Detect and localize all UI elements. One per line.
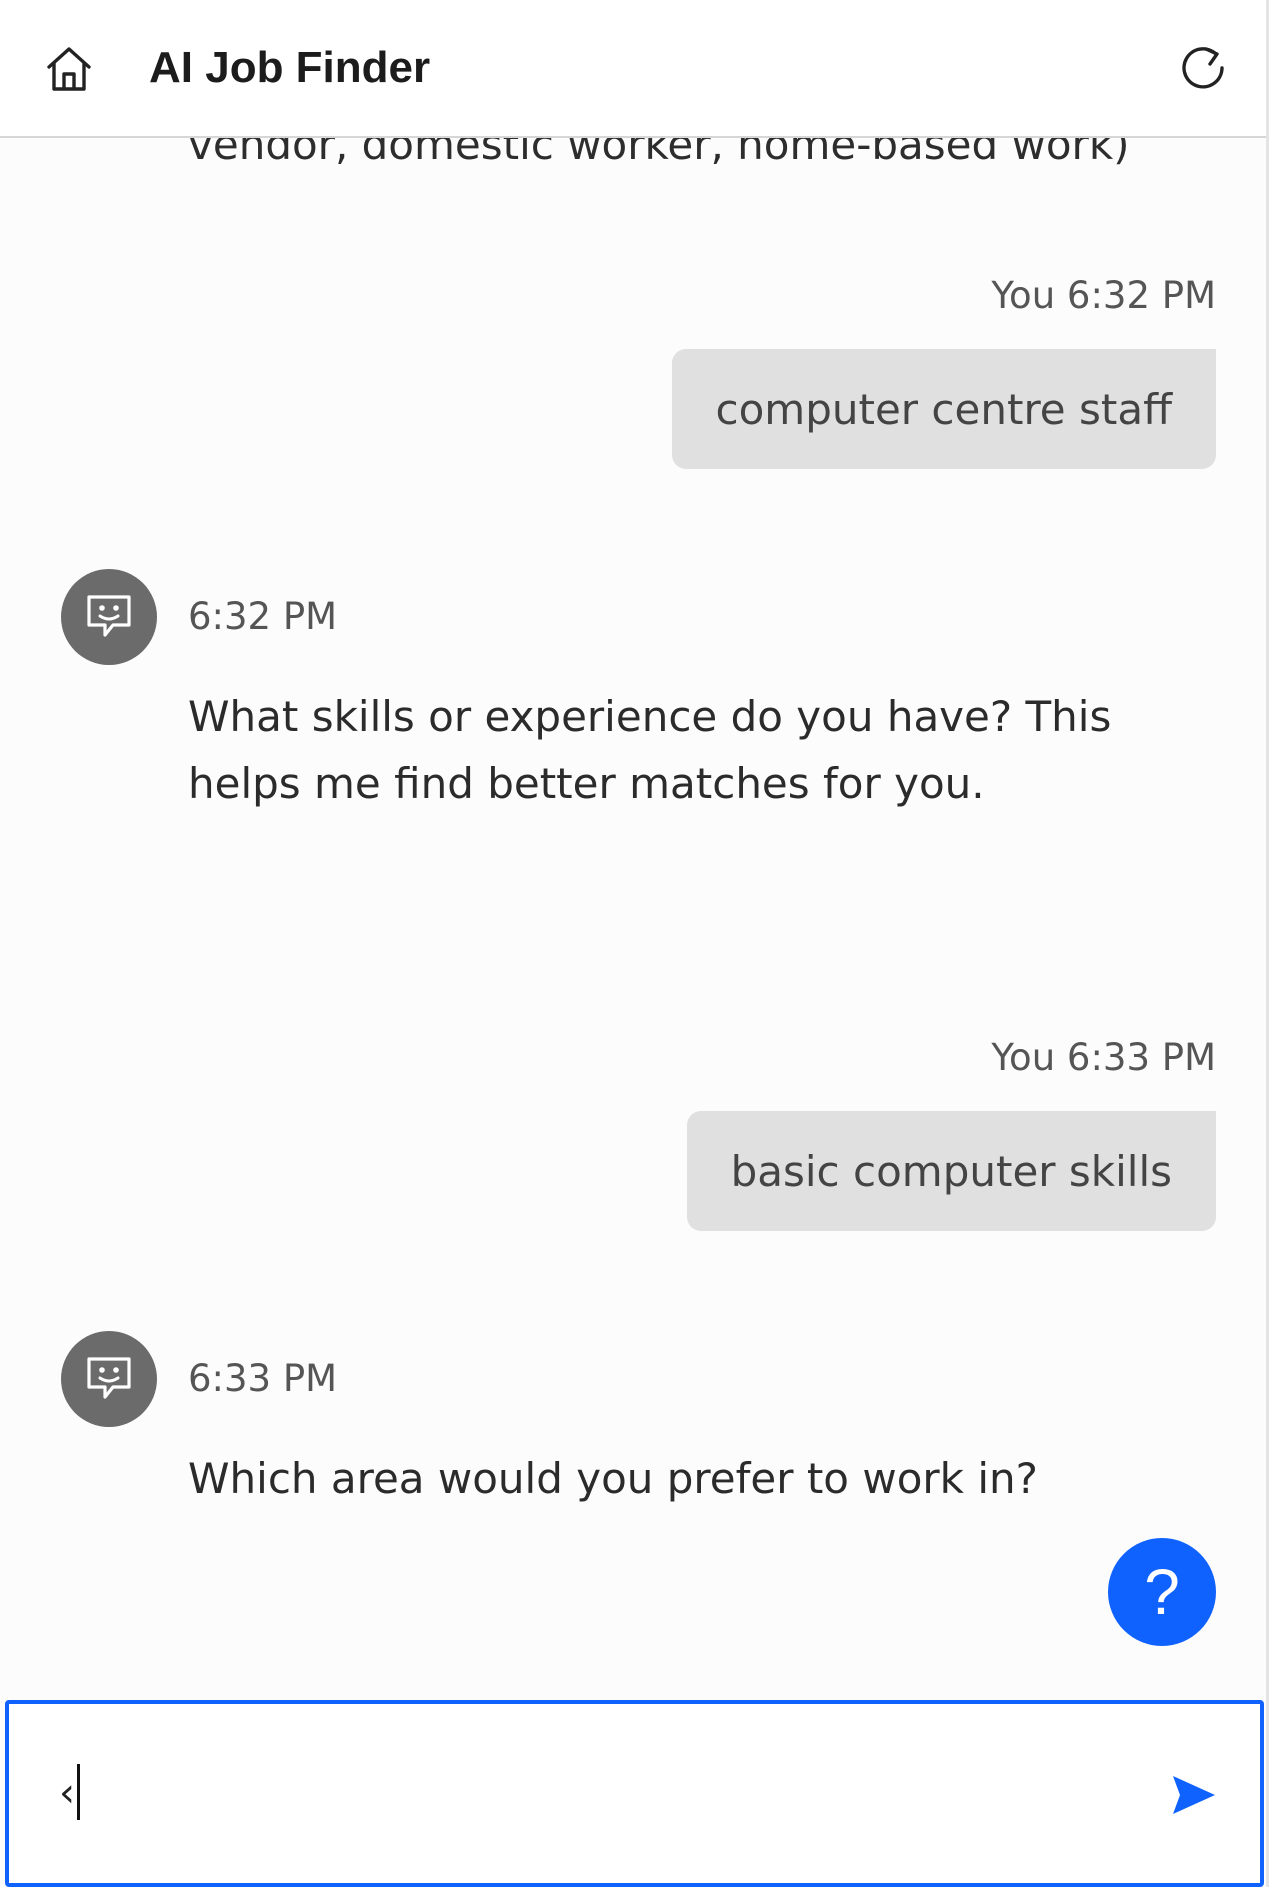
app-title: AI Job Finder xyxy=(149,43,431,92)
help-button[interactable]: ? xyxy=(1108,1538,1216,1646)
home-icon[interactable] xyxy=(42,42,96,96)
user-message-bubble: computer centre staff xyxy=(671,349,1216,469)
message-input[interactable] xyxy=(57,1750,1111,1840)
bot-message-text: What skills or experience do you have? T… xyxy=(188,692,1112,808)
user-message-meta: You 6:33 PM xyxy=(991,1036,1216,1079)
bot-message-time: 6:33 PM xyxy=(188,1357,338,1400)
app-header: AI Job Finder xyxy=(0,0,1266,138)
input-value: ‹ xyxy=(59,1770,75,1816)
chatbot-icon xyxy=(87,1357,131,1399)
chat-log[interactable]: vendor, domestic worker, home-based work… xyxy=(0,0,1266,1700)
bot-avatar xyxy=(61,1331,157,1427)
bot-message-time: 6:32 PM xyxy=(188,595,338,638)
chat-window: AI Job Finder vendor, domestic worker, h… xyxy=(0,0,1269,1887)
chatbot-icon xyxy=(87,595,131,637)
message-input-bar: ‹ xyxy=(5,1700,1264,1887)
bot-avatar xyxy=(61,569,157,665)
refresh-icon[interactable] xyxy=(1176,40,1232,96)
user-message-meta: You 6:32 PM xyxy=(991,274,1216,317)
send-icon[interactable] xyxy=(1169,1770,1219,1820)
user-message-bubble: basic computer skills xyxy=(686,1111,1216,1231)
bot-message-text: Which area would you prefer to work in? xyxy=(188,1454,1038,1503)
text-caret xyxy=(77,1764,80,1820)
